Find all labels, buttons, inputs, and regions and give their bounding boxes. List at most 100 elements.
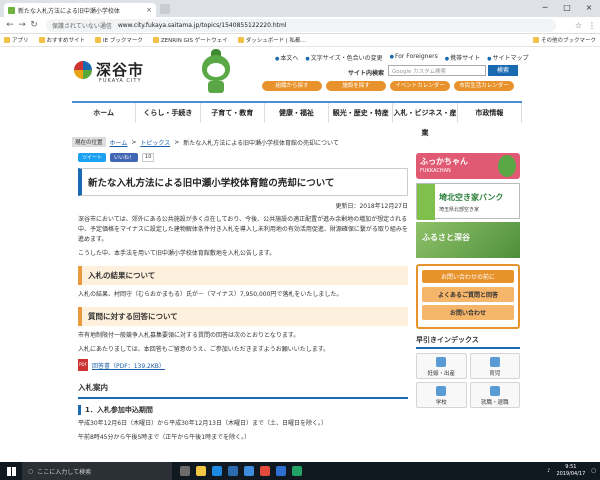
pdf-row: PDF 回答書（PDF：139.2KB）	[78, 359, 408, 371]
nav-home[interactable]: ホーム	[72, 103, 137, 123]
like-button[interactable]: いいね！	[110, 153, 139, 162]
browser-tab[interactable]: 新たな入札方法による旧中瀬小学校体 ×	[4, 3, 156, 17]
heading-step1: 1．入札参加申込期間	[78, 405, 408, 415]
tab-title: 新たな入札方法による旧中瀬小学校体	[18, 7, 120, 15]
word-icon[interactable]	[276, 466, 286, 476]
browser-actions: ☆ ⋮	[575, 21, 596, 30]
index-employment[interactable]: 就職・退職	[469, 382, 520, 408]
breadcrumb: 現在の位置 ホーム > トピックス > 新たな入札方法による旧中瀬小学校体育館の…	[72, 137, 522, 147]
hometown-text: ふるさと深谷	[422, 233, 470, 242]
search-icon: ○	[28, 467, 34, 475]
inquiry-heading: お問い合わせの前に	[422, 270, 514, 283]
search-input[interactable]: Google カスタム検索	[388, 65, 486, 76]
logo-name: 深谷市	[96, 61, 145, 79]
excel-icon[interactable]	[292, 466, 302, 476]
inquiry-box: お問い合わせの前に よくあるご質問と回答 お問い合わせ	[416, 264, 520, 329]
back-icon[interactable]: ←	[4, 20, 16, 30]
star-icon[interactable]: ☆	[575, 21, 582, 30]
btn-event-calendar[interactable]: イベントカレンダー	[390, 81, 450, 91]
btn-facilities[interactable]: 施設を探す	[326, 81, 386, 91]
nav-health[interactable]: 健康・福祉	[265, 103, 330, 123]
folder-icon	[532, 37, 539, 43]
start-button[interactable]	[0, 462, 22, 480]
btn-life-calendar[interactable]: 市民生活カレンダー	[454, 81, 514, 91]
security-label[interactable]: 保護されていない通信	[52, 21, 112, 30]
chrome-icon[interactable]	[260, 466, 270, 476]
tab-close-icon[interactable]: ×	[146, 6, 152, 14]
close-window-button[interactable]: ×	[578, 0, 600, 15]
sidebar: ふっかちゃん FUKKACHAN 埼北空き家バンク 埼玉県北部空き家 ふるさと深…	[416, 153, 520, 408]
search-button[interactable]: 検索	[488, 65, 518, 76]
reload-icon[interactable]: ↻	[28, 20, 40, 30]
link-mobile[interactable]: 携帯サイト	[445, 53, 480, 62]
breadcrumb-topics[interactable]: トピックス	[140, 138, 170, 147]
tweet-button[interactable]: ツイート	[78, 153, 107, 162]
link-sitemap[interactable]: サイトマップ	[487, 53, 529, 62]
window-controls: ─ □ ×	[534, 0, 600, 15]
folder-icon	[95, 37, 102, 43]
outlook-icon[interactable]	[228, 466, 238, 476]
link-text-size[interactable]: 文字サイズ・色合いの変更	[305, 53, 383, 62]
bookmark-recommended[interactable]: おすすめサイト	[38, 36, 85, 44]
edge-icon[interactable]	[212, 466, 222, 476]
heading-result: 入札の結果について	[78, 266, 408, 285]
clock[interactable]: 9:51 2019/04/17	[556, 464, 585, 478]
explorer-icon[interactable]	[196, 466, 206, 476]
faq-button[interactable]: よくあるご質問と回答	[422, 287, 514, 302]
qa-text-2: 入札にあたりましては、本回答もご留意のうえ、ご参加いただきますようお願いいたしま…	[78, 346, 330, 353]
nav-city-info[interactable]: 市政情報	[458, 103, 522, 123]
fukkachan-sub: FUKKACHAN	[420, 168, 451, 174]
pdf-link[interactable]: 回答書（PDF：139.2KB）	[92, 361, 165, 370]
result-text: 入札の結果、村岡守（むらおかまもる）氏が－（マイナス）7,950,000円で落札…	[78, 291, 343, 298]
system-tray: ♪ 9:51 2019/04/17 ▢	[547, 464, 600, 478]
address-bar: ← → ↻ 保護されていない通信 www.city.fukaya.saitama…	[0, 17, 600, 34]
forward-icon[interactable]: →	[16, 20, 28, 30]
taskbar-search[interactable]: ○ ここに入力して検索	[22, 462, 172, 480]
social-buttons: ツイート いいね！ 10	[78, 153, 408, 162]
task-view-icon[interactable]	[180, 466, 190, 476]
page-icon	[152, 37, 159, 43]
updated-date: 更新日：2018年12月27日	[335, 203, 408, 210]
nav-childcare[interactable]: 子育て・教育	[201, 103, 265, 123]
breadcrumb-label: 現在の位置	[72, 137, 106, 147]
minimize-button[interactable]: ─	[534, 0, 556, 15]
index-pregnancy[interactable]: 妊娠・出産	[416, 353, 467, 379]
taskbar-apps	[180, 466, 302, 476]
bookmark-zenrin[interactable]: ZENRIN GIS ゲートウェイ	[152, 36, 228, 44]
global-nav: ホーム くらし・手続き 子育て・教育 健康・福祉 観光・歴史・特産 入札・ビジネ…	[72, 101, 522, 137]
nav-business[interactable]: 入札・ビジネス・産業	[393, 103, 458, 137]
menu-icon[interactable]: ⋮	[588, 21, 596, 30]
bookmark-other[interactable]: その他のブックマーク	[532, 36, 596, 44]
nav-living[interactable]: くらし・手続き	[136, 103, 201, 123]
btn-organization[interactable]: 組織から探す	[262, 81, 322, 91]
windows-icon	[6, 466, 16, 476]
nav-tourism[interactable]: 観光・歴史・特産	[329, 103, 394, 123]
index-childcare[interactable]: 育児	[469, 353, 520, 379]
akiya-bank-banner[interactable]: 埼北空き家バンク 埼玉県北部空き家	[416, 183, 520, 220]
contact-button[interactable]: お問い合わせ	[422, 305, 514, 320]
breadcrumb-home[interactable]: ホーム	[110, 138, 128, 147]
qa-text: 市有地制限付一般競争入札募集要領に対する質問の回答は次のとおりとなります。	[78, 332, 300, 339]
maximize-button[interactable]: □	[556, 0, 578, 15]
page-icon	[237, 37, 244, 43]
speaker-icon[interactable]: ♪	[547, 468, 550, 474]
bookmark-dashboard[interactable]: ダッシュボード | 私都…	[237, 36, 306, 44]
mascot-icon	[498, 155, 516, 177]
ie-icon[interactable]	[244, 466, 254, 476]
main-content: ツイート いいね！ 10 新たな入札方法による旧中瀬小学校体育館の売却について …	[78, 153, 408, 447]
link-skip-to-content[interactable]: 本文へ	[275, 53, 298, 62]
site-logo[interactable]: 深谷市 FUKAYA CITY	[74, 59, 145, 84]
link-foreigners[interactable]: For Foreigners	[390, 53, 438, 62]
index-school[interactable]: 学校	[416, 382, 467, 408]
notification-icon[interactable]: ▢	[591, 468, 596, 474]
bookmark-apps[interactable]: アプリ	[4, 36, 29, 44]
hometown-banner[interactable]: ふるさと深谷	[416, 222, 520, 258]
step1-text: 平成30年12月6日（木曜日）から平成30年12月13日（木曜日）まで（土、日曜…	[78, 420, 327, 427]
mascot-image	[198, 49, 234, 95]
bookmarks-bar: アプリ おすすめサイト IE ブックマーク ZENRIN GIS ゲートウェイ …	[0, 34, 600, 47]
fukkachan-banner[interactable]: ふっかちゃん FUKKACHAN	[416, 153, 520, 179]
url-field[interactable]: 保護されていない通信 www.city.fukaya.saitama.jp/to…	[46, 18, 556, 32]
bookmark-ie[interactable]: IE ブックマーク	[95, 36, 143, 44]
intro-paragraph-2: こうした中、本手法を用いて旧中瀬小学校体育館敷地を入札公告します。	[78, 250, 276, 257]
new-tab-button[interactable]	[160, 4, 170, 14]
